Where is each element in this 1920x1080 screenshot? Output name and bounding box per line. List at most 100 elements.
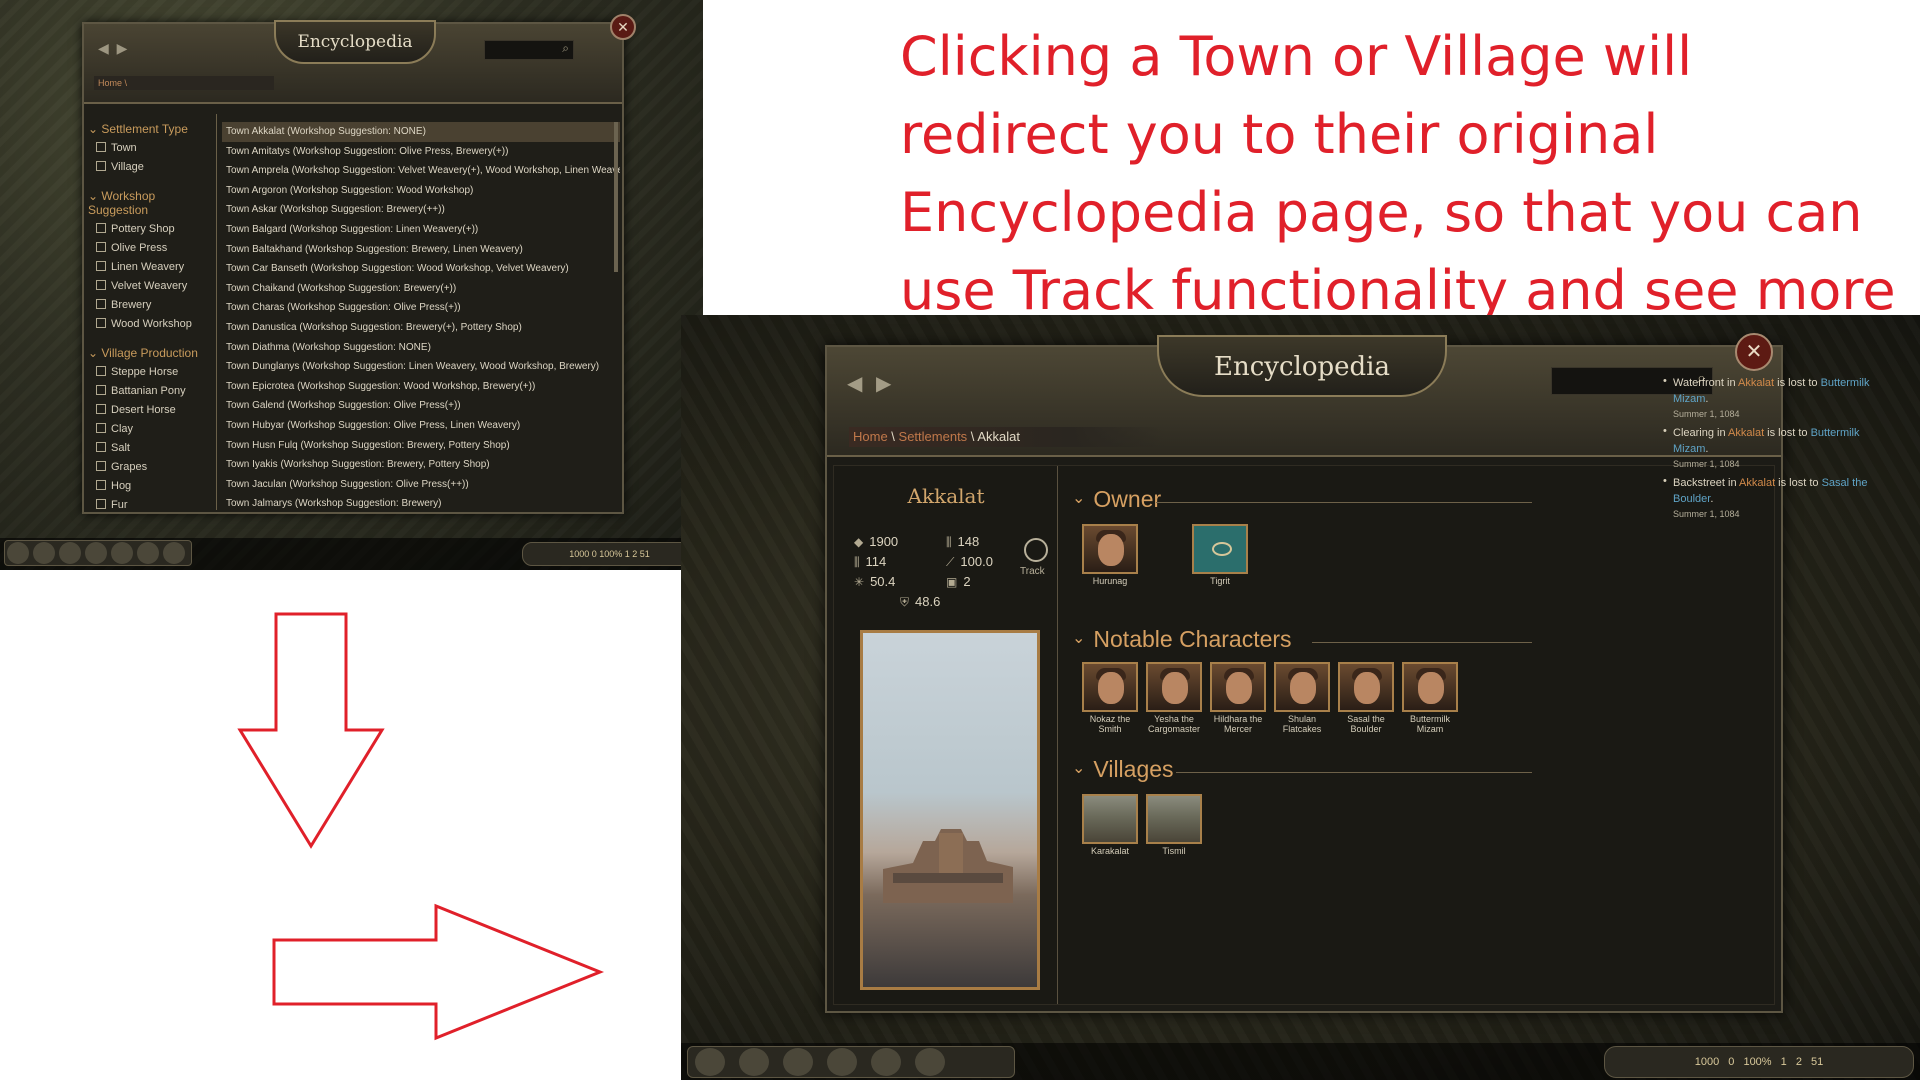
- list-item[interactable]: Town Husn Fulq (Workshop Suggestion: Bre…: [222, 436, 620, 456]
- list-item[interactable]: Town Jaculan (Workshop Suggestion: Olive…: [222, 475, 620, 495]
- list-item[interactable]: Town Baltakhand (Workshop Suggestion: Br…: [222, 240, 620, 260]
- owner-section-header[interactable]: ⌄ Owner: [1072, 486, 1161, 513]
- filter-checkbox[interactable]: Desert Horse: [88, 401, 216, 420]
- window-title: Encyclopedia: [1157, 335, 1447, 397]
- list-item[interactable]: Town Akkalat (Workshop Suggestion: NONE): [222, 122, 620, 142]
- stat-militia: ⫼ 114: [854, 554, 887, 569]
- list-item[interactable]: Town Amprela (Workshop Suggestion: Velve…: [222, 161, 620, 181]
- list-item[interactable]: Town Amitatys (Workshop Suggestion: Oliv…: [222, 142, 620, 162]
- owner-card-label: Hurunag: [1092, 576, 1128, 586]
- list-item[interactable]: Town Danustica (Workshop Suggestion: Bre…: [222, 318, 620, 338]
- portrait: [1082, 662, 1138, 712]
- portrait: [1274, 662, 1330, 712]
- list-item[interactable]: Town Chaikand (Workshop Suggestion: Brew…: [222, 279, 620, 299]
- detail-screenshot: ◀ ▶ Encyclopedia ⌕ ✕ Home \ Settlements …: [681, 315, 1920, 1080]
- hud-stats: 1000 0 100% 1 2 51: [522, 542, 697, 566]
- breadcrumb-settlements[interactable]: Settlements: [899, 429, 968, 444]
- filter-checkbox[interactable]: Steppe Horse: [88, 363, 216, 382]
- list-item[interactable]: Town Askar (Workshop Suggestion: Brewery…: [222, 200, 620, 220]
- stat-garrison: ⫼ 148: [946, 534, 980, 549]
- filter-checkbox[interactable]: Hog: [88, 477, 216, 496]
- wall-icon: ⛨: [900, 595, 910, 609]
- list-item[interactable]: Town Car Banseth (Workshop Suggestion: W…: [222, 259, 620, 279]
- filter-group-header[interactable]: Settlement Type: [88, 122, 216, 136]
- filter-group-header[interactable]: Workshop Suggestion: [88, 189, 216, 217]
- list-item[interactable]: Town Jalmarys (Workshop Suggestion: Brew…: [222, 494, 620, 512]
- list-item[interactable]: Town Iyakis (Workshop Suggestion: Brewer…: [222, 455, 620, 475]
- food-icon: ▣: [946, 575, 958, 589]
- filter-checkbox[interactable]: Grapes: [88, 458, 216, 477]
- event-log: Waterfront in Akkalat is lost to Butterm…: [1663, 375, 1883, 525]
- list-item[interactable]: Town Diathma (Workshop Suggestion: NONE): [222, 338, 620, 358]
- log-date: Summer 1, 1084: [1673, 509, 1740, 519]
- log-text: is lost to: [1775, 477, 1822, 489]
- close-button[interactable]: ✕: [1735, 333, 1773, 371]
- track-label: Track: [1020, 566, 1045, 577]
- log-text: is lost to: [1774, 377, 1821, 389]
- search-icon[interactable]: ⌕: [562, 41, 569, 56]
- notable-card[interactable]: Nokaz the Smith: [1082, 662, 1138, 734]
- filter-checkbox[interactable]: Battanian Pony: [88, 382, 216, 401]
- security-icon: ⟋: [946, 555, 955, 569]
- notable-card[interactable]: Yesha the Cargomaster: [1146, 662, 1202, 734]
- notable-card[interactable]: Shulan Flatcakes: [1274, 662, 1330, 734]
- annotated-composite: ◀ ▶ Encyclopedia ⌕ ✕ Home \ Settlement T…: [0, 0, 1920, 1080]
- owner-card[interactable]: Hurunag: [1082, 524, 1138, 586]
- stat-security: ⟋ 100.0: [946, 554, 993, 569]
- breadcrumb-home[interactable]: Home: [853, 429, 888, 444]
- filter-checkbox[interactable]: Velvet Weavery: [88, 277, 216, 296]
- filter-checkbox[interactable]: Olive Press: [88, 239, 216, 258]
- filter-checkbox[interactable]: Clay: [88, 420, 216, 439]
- nav-arrows-icon[interactable]: ◀ ▶: [847, 371, 895, 396]
- list-item[interactable]: Town Charas (Workshop Suggestion: Olive …: [222, 298, 620, 318]
- notables-section-header[interactable]: ⌄ Notable Characters: [1072, 626, 1292, 653]
- filter-checkbox[interactable]: Salt: [88, 439, 216, 458]
- village-card[interactable]: Tismil: [1146, 794, 1202, 856]
- list-item[interactable]: Town Hubyar (Workshop Suggestion: Olive …: [222, 416, 620, 436]
- hud-icon-bar[interactable]: [4, 540, 192, 566]
- filter-checkbox[interactable]: Town: [88, 139, 216, 158]
- filter-checkbox[interactable]: Fur: [88, 496, 216, 512]
- filter-checkbox[interactable]: Linen Weavery: [88, 258, 216, 277]
- list-item[interactable]: Town Galend (Workshop Suggestion: Olive …: [222, 396, 620, 416]
- track-toggle[interactable]: [1024, 538, 1048, 562]
- notable-card[interactable]: Buttermilk Mizam: [1402, 662, 1458, 734]
- scrollbar[interactable]: [614, 122, 618, 272]
- villages-section-header[interactable]: ⌄ Villages: [1072, 756, 1174, 783]
- chevron-down-icon: ⌄: [1072, 490, 1086, 507]
- stat-loyalty: ✳ 50.4: [854, 574, 896, 589]
- filter-checkbox[interactable]: Brewery: [88, 296, 216, 315]
- list-item[interactable]: Town Epicrotea (Workshop Suggestion: Woo…: [222, 377, 620, 397]
- filter-checkbox[interactable]: Village: [88, 158, 216, 177]
- settlement-link[interactable]: Akkalat: [1728, 427, 1764, 439]
- list-item[interactable]: Town Balgard (Workshop Suggestion: Linen…: [222, 220, 620, 240]
- notable-card[interactable]: Hildhara the Mercer: [1210, 662, 1266, 734]
- list-item[interactable]: Town Dunglanys (Workshop Suggestion: Lin…: [222, 357, 620, 377]
- filter-checkbox[interactable]: Pottery Shop: [88, 220, 216, 239]
- log-entry: Backstreet in Akkalat is lost to Sasal t…: [1663, 475, 1883, 519]
- close-button[interactable]: ✕: [610, 14, 636, 40]
- portrait: [1192, 524, 1248, 574]
- portrait: [1402, 662, 1458, 712]
- filter-sidebar: Settlement Type TownVillage Workshop Sugge…: [88, 120, 216, 512]
- list-item[interactable]: Town Argoron (Workshop Suggestion: Wood …: [222, 181, 620, 201]
- breadcrumb[interactable]: Home \: [94, 76, 274, 90]
- owner-card[interactable]: Tigrit: [1192, 524, 1248, 586]
- notable-card[interactable]: Sasal the Boulder: [1338, 662, 1394, 734]
- nav-arrows-icon[interactable]: ◀ ▶: [98, 40, 129, 57]
- portrait: [1082, 524, 1138, 574]
- settlement-list: Town Akkalat (Workshop Suggestion: NONE)…: [222, 122, 620, 512]
- search-input[interactable]: ⌕: [484, 40, 574, 60]
- encyclopedia-detail-window: ◀ ▶ Encyclopedia ⌕ ✕ Home \ Settlements …: [825, 333, 1869, 1013]
- bottom-hud: 1000 0 100% 1 2 51: [681, 1043, 1920, 1080]
- village-card[interactable]: Karakalat: [1082, 794, 1138, 856]
- hud-icon-bar[interactable]: [687, 1046, 1015, 1078]
- settlement-link[interactable]: Akkalat: [1739, 477, 1775, 489]
- list-screenshot: ◀ ▶ Encyclopedia ⌕ ✕ Home \ Settlement T…: [0, 0, 703, 570]
- filter-checkbox[interactable]: Wood Workshop: [88, 315, 216, 334]
- filter-group-header[interactable]: Village Production: [88, 346, 216, 360]
- log-date: Summer 1, 1084: [1673, 409, 1740, 419]
- chevron-down-icon: ⌄: [1072, 760, 1086, 777]
- log-text: .: [1705, 443, 1709, 455]
- settlement-link[interactable]: Akkalat: [1738, 377, 1774, 389]
